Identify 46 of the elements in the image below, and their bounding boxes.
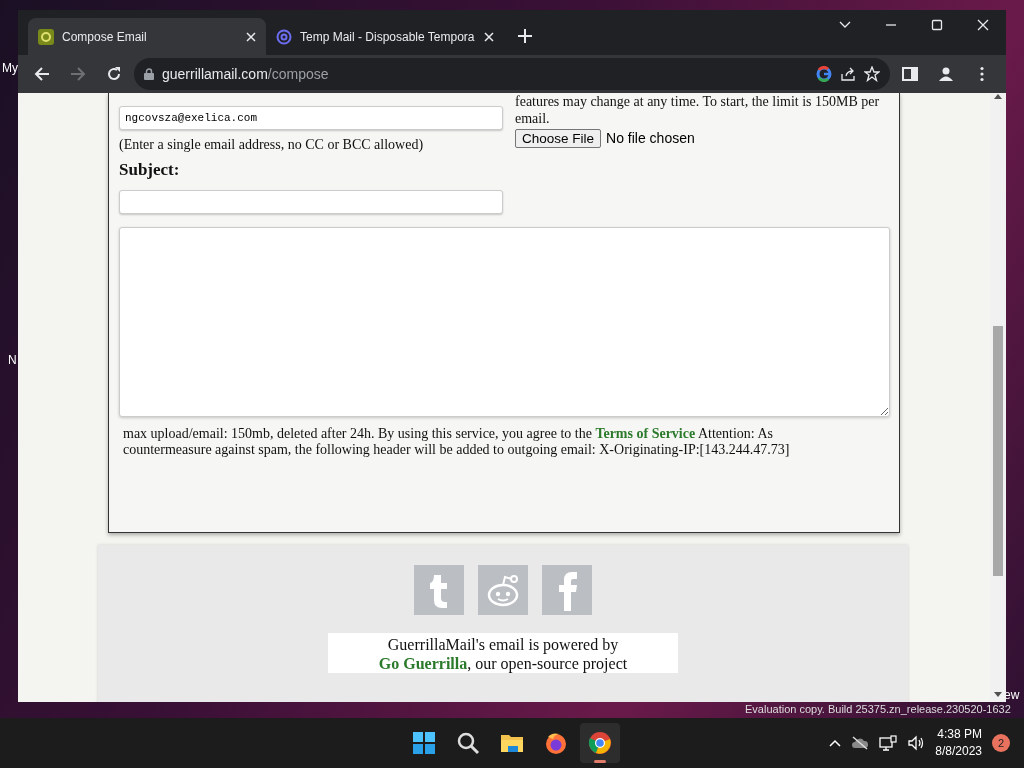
email-hint-text: (Enter a single email address, no CC or BCC allowed)	[119, 136, 425, 154]
back-arrow-icon[interactable]	[34, 66, 50, 82]
start-menu-icon	[412, 731, 436, 755]
close-icon[interactable]	[246, 31, 256, 42]
terms-link[interactable]: Terms of Service	[595, 425, 696, 441]
taskbar-app-button[interactable]	[580, 723, 620, 763]
file-status-text: No file chosen	[606, 130, 695, 147]
maximize-icon[interactable]	[931, 19, 943, 31]
star-icon[interactable]	[864, 66, 880, 82]
build-watermark-text: Evaluation copy. Build 25375.zn_release.230520-1632	[745, 702, 1011, 717]
profile-icon[interactable]	[938, 66, 954, 82]
attachment-info-text: features may change at any time. To start, the limit is 150MB per email.	[515, 93, 881, 127]
browser-tab[interactable]: Compose Email	[28, 18, 266, 55]
new-tab-icon[interactable]	[518, 29, 532, 43]
go-guerrilla-link[interactable]: Go Guerrilla	[378, 655, 468, 672]
search-icon	[456, 731, 480, 755]
desktop-icon-label: My	[2, 60, 18, 77]
email-input-field[interactable]: ngcovsza@exelica.com	[119, 106, 503, 130]
scrollbar-thumb[interactable]	[993, 326, 1003, 576]
notice-text: max upload/email: 150mb, deleted after 24h. By using this service, you agree to the Terms of Service Attention: As countermeasure against spam, the following header will be added to outgoing email: X-Originating-IP:[143.244.47.73]	[123, 425, 791, 458]
chrome-icon	[588, 731, 612, 755]
address-bar[interactable]: guerrillamail.com/compose	[134, 58, 890, 90]
clock[interactable]: 4:38 PM 8/8/2023	[935, 726, 982, 760]
volume-icon[interactable]	[907, 735, 926, 751]
notification-badge[interactable]: 2	[992, 734, 1010, 752]
network-icon[interactable]	[879, 735, 898, 751]
close-icon[interactable]	[977, 19, 989, 31]
choose-file-button[interactable]: Choose File	[515, 129, 602, 148]
chevron-up-icon[interactable]	[829, 739, 842, 747]
message-body-field[interactable]	[119, 226, 890, 417]
scroll-down-icon[interactable]	[994, 692, 1002, 698]
reload-icon[interactable]	[106, 66, 122, 82]
browser-tab[interactable]: Temp Mail - Disposable Tempora	[266, 18, 504, 55]
forward-arrow-icon[interactable]	[70, 66, 86, 82]
share-icon[interactable]	[840, 66, 856, 82]
cloud-off-icon[interactable]	[851, 736, 870, 750]
lock-icon	[144, 68, 154, 80]
subject-input-field[interactable]	[119, 189, 503, 214]
google-logo-icon[interactable]	[816, 66, 832, 82]
desktop-icon-label: N	[8, 352, 17, 369]
subject-label: Subject:	[119, 159, 181, 181]
side-panel-icon[interactable]	[902, 66, 918, 82]
site-logo-icon	[38, 28, 54, 45]
firefox-icon	[544, 731, 568, 755]
powered-by-text: GuerrillaMail's email is powered by Go Guerrilla, our open-source project	[328, 633, 678, 673]
close-icon[interactable]	[484, 31, 494, 42]
